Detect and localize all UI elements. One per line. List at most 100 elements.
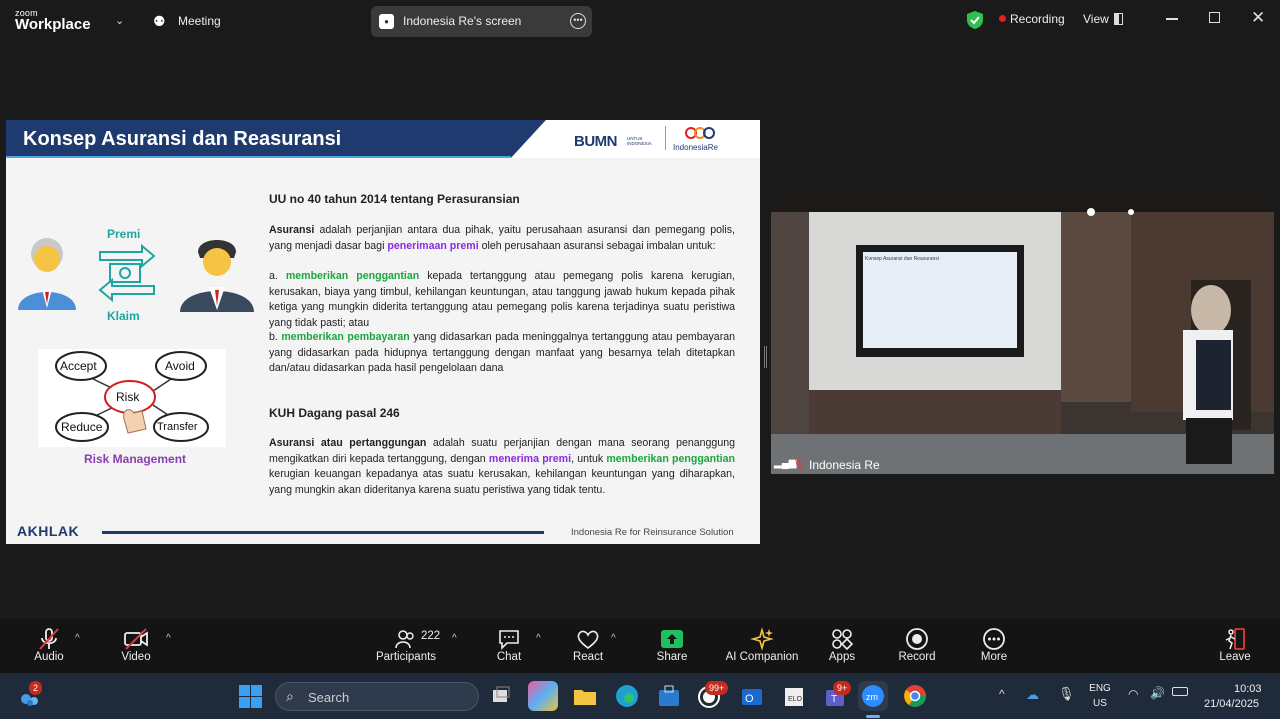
video-button[interactable]: Video — [115, 627, 157, 663]
more-icon — [978, 627, 1010, 651]
video-caret-icon[interactable]: ^ — [166, 633, 171, 644]
audio-button[interactable]: Audio — [28, 627, 70, 663]
view-button[interactable]: View — [1083, 12, 1109, 26]
chrome-icon[interactable] — [900, 681, 930, 711]
chat-button[interactable]: Chat — [494, 627, 524, 663]
record-icon — [897, 627, 937, 651]
wifi-icon[interactable]: ◠ — [1128, 687, 1138, 701]
bumn-logo-sub: UNTUK INDONESIA — [627, 136, 652, 146]
chevron-down-icon[interactable]: ⌄ — [115, 14, 124, 27]
penerimaan-premi-term: penerimaan premi — [387, 239, 479, 252]
leave-button[interactable]: Leave — [1219, 627, 1251, 663]
recording-label[interactable]: Recording — [1010, 12, 1065, 26]
share-screen-icon — [655, 627, 689, 651]
language-line2[interactable]: US — [1089, 698, 1111, 709]
pa-prefix: a. — [269, 270, 286, 282]
meeting-label[interactable]: Meeting — [178, 14, 221, 28]
person-icon-left — [18, 238, 76, 310]
klaim-label: Klaim — [107, 309, 140, 323]
chat-caret-icon[interactable]: ^ — [536, 633, 541, 644]
heart-icon — [570, 627, 606, 651]
paragraph-b: b. memberikan pembayaran yang didasarkan… — [269, 330, 735, 377]
p2-text-b: , untuk — [571, 452, 607, 465]
room-video-frame — [771, 190, 1274, 474]
close-icon[interactable]: ✕ — [1251, 8, 1265, 28]
more-options-icon[interactable]: ••• — [570, 13, 586, 29]
footer-tagline: Indonesia Re for Reinsurance Solution — [571, 527, 734, 538]
apps-button[interactable]: Apps — [827, 627, 857, 663]
clock-time[interactable]: 10:03 — [1234, 683, 1262, 695]
apps-label: Apps — [828, 651, 856, 663]
apps-icon — [827, 627, 857, 651]
volume-icon[interactable]: 🔊 — [1150, 686, 1165, 700]
p2-green-term: memberikan penggantian — [606, 452, 735, 465]
edge-icon[interactable] — [612, 681, 642, 711]
react-label: React — [572, 651, 604, 663]
participant-name: Indonesia Re — [809, 458, 880, 472]
svg-text:T: T — [831, 694, 837, 705]
risk-center: Risk — [116, 390, 140, 404]
tv-screen-text: Konsep Asuransi dan Reasuransi — [865, 256, 939, 262]
premi-label: Premi — [107, 227, 141, 241]
teams-badge: 9+ — [833, 681, 852, 695]
indonesia-re-logo-icon — [685, 127, 715, 139]
zoom-app-icon[interactable]: zm — [858, 681, 888, 711]
minimize-icon[interactable] — [1166, 18, 1178, 20]
copilot-icon[interactable] — [528, 681, 558, 711]
outlook-icon[interactable]: O — [737, 681, 767, 711]
muted-mic-icon: 🎙 — [792, 458, 806, 470]
ai-companion-label: AI Companion — [725, 651, 799, 663]
language-line1[interactable]: ENG — [1089, 683, 1111, 694]
indonesia-re-logo-text: IndonesiaRe — [673, 143, 718, 152]
elo-app-icon[interactable]: ELO — [779, 681, 809, 711]
participants-caret-icon[interactable]: ^ — [452, 633, 457, 644]
risk-caption: Risk Management — [84, 452, 187, 466]
chat-icon — [494, 627, 524, 651]
p1-text-b: oleh perusahaan asuransi sebagai imbalan… — [478, 239, 716, 252]
asuransi-term: Asuransi — [269, 224, 315, 236]
store-icon[interactable] — [654, 681, 684, 711]
participant-video-tile[interactable]: Konsep Asuransi dan Reasuransi ▂▄▆ 🎙 Ind… — [771, 190, 1274, 474]
pa-green-term: memberikan penggantian — [285, 270, 420, 282]
leave-icon — [1219, 627, 1251, 651]
onedrive-icon[interactable]: ☁ — [1026, 687, 1039, 703]
leave-label: Leave — [1219, 651, 1251, 663]
maximize-icon[interactable] — [1209, 12, 1220, 23]
share-button[interactable]: Share — [655, 627, 689, 663]
title-bar: zoom Workplace ⌄ ⚉ Meeting ● Indonesia R… — [0, 0, 1280, 42]
svg-text:zm: zm — [866, 692, 878, 702]
chat-label: Chat — [496, 651, 522, 663]
heading-kuh: KUH Dagang pasal 246 — [269, 406, 400, 420]
video-off-icon — [115, 627, 157, 651]
tray-overflow-icon[interactable]: ^ — [999, 687, 1005, 701]
file-explorer-icon[interactable] — [570, 681, 600, 711]
view-layout-icon[interactable] — [1114, 13, 1123, 25]
search-box[interactable]: ⌕ Search — [275, 682, 479, 711]
shared-slide: Konsep Asuransi dan Reasuransi BUMN UNTU… — [6, 120, 760, 544]
audio-caret-icon[interactable]: ^ — [75, 633, 80, 644]
windows-start-icon[interactable] — [239, 685, 262, 708]
shield-icon[interactable] — [966, 10, 984, 30]
screen-share-pill[interactable]: ● Indonesia Re's screen ••• — [371, 6, 592, 37]
active-app-indicator — [866, 715, 880, 718]
heading-uu: UU no 40 tahun 2014 tentang Perasuransia… — [269, 192, 520, 206]
record-button[interactable]: Record — [897, 627, 937, 663]
task-view-icon[interactable] — [486, 681, 516, 711]
react-caret-icon[interactable]: ^ — [611, 633, 616, 644]
more-button[interactable]: More — [978, 627, 1010, 663]
risk-transfer: Transfer — [157, 421, 198, 433]
muted-mic-icon — [28, 627, 70, 651]
splitter-handle[interactable] — [764, 346, 767, 368]
clock-date[interactable]: 21/04/2025 — [1204, 698, 1259, 710]
audio-label: Audio — [34, 651, 64, 663]
windows-taskbar: 2 ⌕ Search 99+ O ELO T 9+ zm ^ ☁ 🎙 ENG U… — [0, 673, 1280, 719]
share-label: Share — [656, 651, 688, 663]
p2-bold-term: Asuransi atau pertanggungan — [269, 437, 427, 449]
ai-companion-button[interactable]: AI Companion — [722, 627, 802, 663]
whatsapp-badge: 99+ — [705, 681, 729, 695]
participants-count: 222 — [421, 630, 441, 642]
react-button[interactable]: React — [570, 627, 606, 663]
microphone-icon[interactable]: 🎙 — [1058, 686, 1075, 702]
person-icon-right — [180, 240, 254, 312]
battery-icon[interactable] — [1172, 687, 1188, 696]
